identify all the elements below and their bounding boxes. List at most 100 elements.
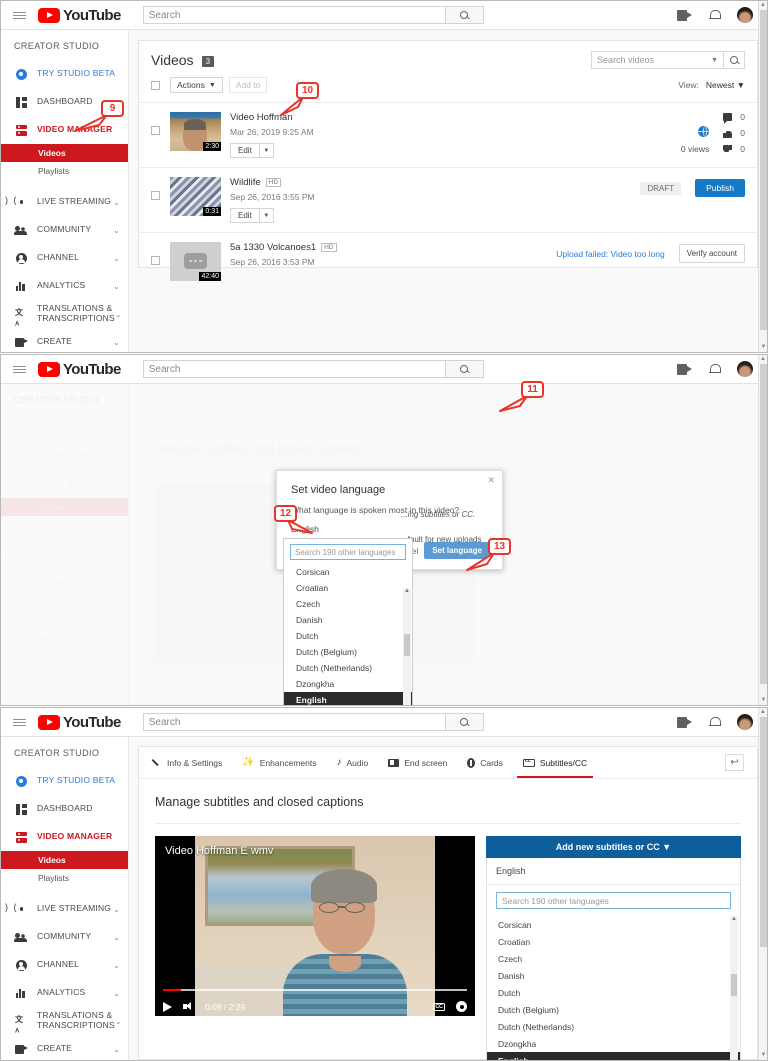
tab-enhancements[interactable]: ✨Enhancements [242, 747, 316, 778]
sidebar-item-try-studio-beta[interactable]: TRY STUDIO BETA [1, 60, 128, 88]
upload-failed-message[interactable]: Upload failed: Video too long [556, 249, 665, 259]
sidebar-item-analytics[interactable]: ANALYTICS⌄ [1, 979, 128, 1007]
sidebar-item-analytics[interactable]: ANALYTICS ⌄ [1, 272, 128, 300]
tab-enhancements[interactable]: ✨Enhancements [242, 394, 316, 425]
list-item[interactable]: Czech [487, 950, 740, 967]
sidebar-item-create[interactable]: CREATE⌄ [1, 1035, 128, 1060]
hamburger-icon[interactable] [13, 11, 26, 19]
sidebar-item-community[interactable]: COMMUNITY ⌄ [1, 216, 128, 244]
back-arrow-icon[interactable]: ↩ [725, 754, 744, 771]
row-checkbox[interactable] [151, 126, 160, 135]
edit-button[interactable]: Edit [230, 143, 260, 158]
close-icon[interactable]: ✕ [487, 475, 495, 486]
sidebar-item-translations[interactable]: 文A TRANSLATIONS & TRANSCRIPTIONS ⌄ [1, 300, 128, 328]
sidebar-item-video-manager[interactable]: VIDEO MANAGER [1, 470, 128, 498]
search-input[interactable]: Search [142, 360, 446, 378]
search-button[interactable] [445, 360, 484, 378]
settings-gear-icon[interactable] [456, 1001, 467, 1012]
back-arrow-icon[interactable]: ↩ [725, 401, 744, 418]
publish-button[interactable]: Publish [695, 179, 745, 197]
list-item[interactable]: Danish [487, 967, 740, 984]
video-title[interactable]: 5a 1330 Volcanoes1 HD [230, 242, 556, 253]
current-language-option[interactable]: English [487, 858, 740, 884]
scroll-up-arrow[interactable]: ▲ [404, 588, 410, 594]
list-item[interactable]: Dzongkha [284, 676, 412, 692]
scroll-up-arrow[interactable]: ▲ [759, 708, 767, 717]
youtube-logo[interactable]: YouTube [38, 714, 121, 731]
list-item[interactable]: Dutch (Netherlands) [487, 1018, 740, 1035]
verify-account-button[interactable]: Verify account [678, 244, 745, 263]
list-item-selected[interactable]: English [487, 1052, 740, 1060]
table-row[interactable]: 42:40 5a 1330 Volcanoes1 HD Sep 26, 2016 … [139, 233, 757, 290]
tab-info-settings[interactable]: Info & Settings [152, 747, 222, 778]
sidebar-item-playlists[interactable]: Playlists [1, 869, 128, 887]
search-button[interactable] [445, 6, 484, 24]
list-item[interactable]: Dutch [487, 984, 740, 1001]
tab-end-screen[interactable]: End screen [388, 394, 447, 425]
sidebar-item-dashboard[interactable]: DASHBOARD [1, 442, 128, 470]
select-all-checkbox[interactable] [151, 80, 160, 90]
edit-button[interactable]: Edit [230, 208, 260, 223]
settings-gear-icon[interactable] [456, 648, 467, 659]
sidebar-item-community[interactable]: COMMUNITY⌄ [1, 570, 128, 598]
language-list-scrollbar[interactable]: ▲ ▼ [403, 588, 411, 705]
scroll-up-arrow[interactable]: ▲ [759, 1, 767, 10]
sidebar-item-channel[interactable]: CHANNEL⌄ [1, 951, 128, 979]
sidebar-item-community[interactable]: COMMUNITY⌄ [1, 923, 128, 951]
list-item[interactable]: Croatian [487, 933, 740, 950]
sidebar-item-playlists[interactable]: Playlists [1, 516, 128, 534]
avatar[interactable] [737, 7, 753, 23]
list-item-selected[interactable]: English [284, 692, 412, 705]
tab-audio[interactable]: ♪Audio [336, 747, 368, 778]
scroll-down-arrow[interactable]: ▼ [759, 696, 767, 705]
sidebar-item-translations[interactable]: 文ATRANSLATIONS & TRANSCRIPTIONS⌄ [1, 654, 128, 682]
notifications-bell-icon[interactable] [709, 9, 721, 21]
play-icon[interactable] [163, 649, 172, 659]
sidebar-item-live-streaming[interactable]: LIVE STREAMING⌄ [1, 895, 128, 923]
language-list-scrollbar[interactable]: ▲ ▼ [730, 916, 738, 1060]
table-row[interactable]: 0:31 Wildlife HD Sep 26, 2016 3:55 PM Edi… [139, 168, 757, 233]
edit-dropdown-button[interactable]: ▼ [259, 143, 274, 158]
scroll-down-arrow[interactable]: ▼ [759, 343, 767, 352]
tab-subtitles-cc[interactable]: Subtitles/CC [516, 747, 594, 778]
play-icon[interactable] [163, 1001, 172, 1012]
list-item[interactable]: Dzongkha [487, 1035, 740, 1052]
tab-info-settings[interactable]: Info & Settings [152, 394, 222, 425]
cc-icon[interactable]: CC [433, 1002, 445, 1011]
volume-icon[interactable] [183, 1002, 194, 1011]
sidebar-item-videos[interactable]: Videos [1, 851, 128, 869]
actions-button[interactable]: Actions ▼ [170, 77, 223, 93]
tab-audio[interactable]: ♪Audio [336, 394, 368, 425]
sidebar-item-analytics[interactable]: ANALYTICS⌄ [1, 626, 128, 654]
search-input[interactable]: Search [142, 6, 446, 24]
sidebar-item-dashboard[interactable]: DASHBOARD [1, 795, 128, 823]
scroll-thumb[interactable] [760, 364, 767, 684]
video-thumbnail[interactable]: 0:31 [170, 177, 221, 216]
sidebar-item-try-studio-beta[interactable]: TRY STUDIO BETA [1, 767, 128, 795]
search-input[interactable]: Search [142, 713, 446, 731]
scrollbar[interactable]: ▲ ▼ [758, 1, 767, 352]
sidebar-item-video-manager[interactable]: VIDEO MANAGER [1, 823, 128, 851]
list-item[interactable]: Corsican [284, 564, 412, 580]
videos-search-button[interactable] [723, 51, 745, 69]
scroll-up-arrow[interactable]: ▲ [731, 916, 737, 922]
sidebar-item-playlists[interactable]: Playlists [1, 162, 128, 180]
add-to-button[interactable]: Add to [228, 77, 268, 93]
avatar[interactable] [737, 361, 753, 377]
language-search-input[interactable]: Search 190 other languages [496, 892, 731, 909]
video-thumbnail[interactable]: 42:40 [170, 242, 221, 281]
add-new-subtitles-button[interactable]: Add new subtitles or CC ▼ [486, 483, 741, 505]
video-upload-icon[interactable] [677, 716, 692, 728]
list-item[interactable]: Danish [284, 612, 412, 628]
sidebar-item-create[interactable]: CREATE ⌄ [1, 328, 128, 352]
turn-on-link[interactable]: Turn on [593, 643, 620, 652]
list-item[interactable]: Dutch (Belgium) [284, 644, 412, 660]
hamburger-icon[interactable] [13, 718, 26, 726]
chevron-down-icon[interactable]: ▼ [711, 57, 718, 64]
sidebar-item-translations[interactable]: 文ATRANSLATIONS & TRANSCRIPTIONS⌄ [1, 1007, 128, 1035]
videos-search-input[interactable]: Search videos ▼ [591, 51, 723, 69]
cc-icon[interactable]: CC [433, 650, 445, 658]
hamburger-icon[interactable] [13, 365, 26, 373]
list-item[interactable]: Dutch (Netherlands) [284, 660, 412, 676]
list-item[interactable]: Croatian [284, 580, 412, 596]
